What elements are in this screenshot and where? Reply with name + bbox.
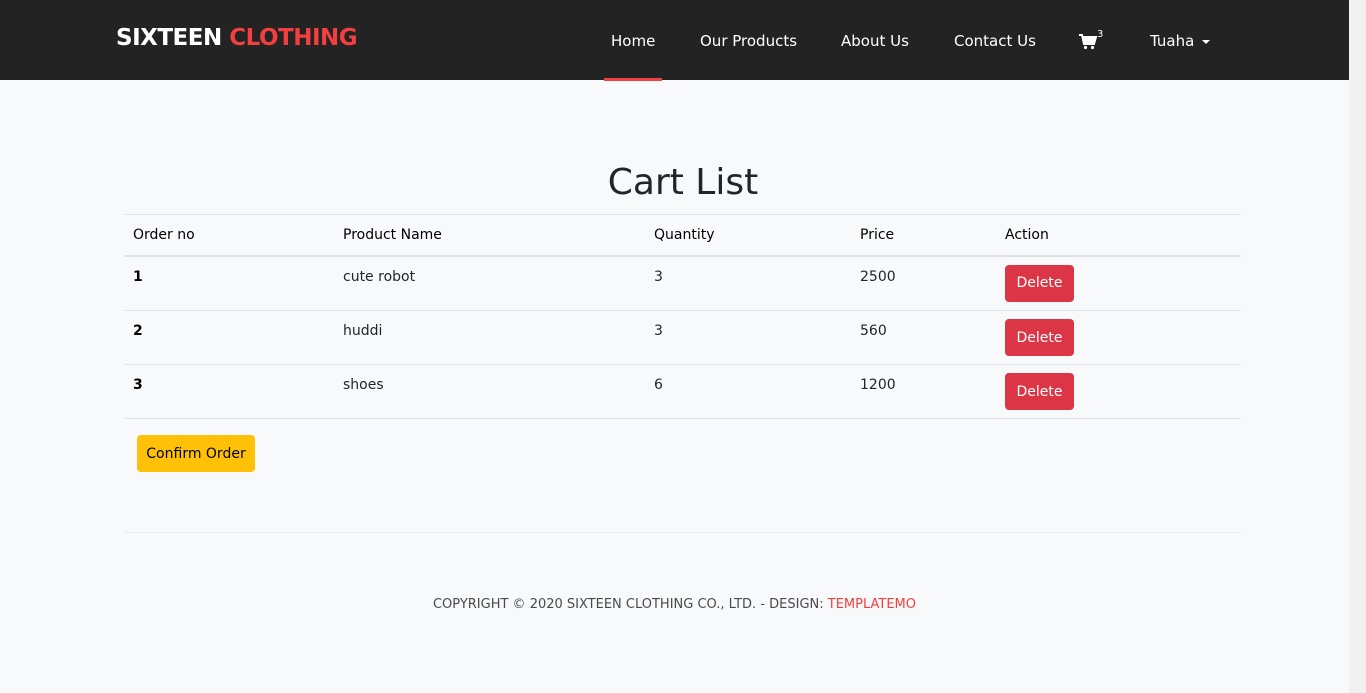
action-cell: Delete	[997, 255, 1241, 311]
price: 2500	[852, 255, 997, 311]
action-cell: Delete	[997, 310, 1241, 365]
column-header: Price	[852, 214, 997, 257]
templatemo-link[interactable]: TEMPLATEMO	[828, 597, 916, 612]
nav-about-us[interactable]: About Us	[841, 32, 909, 50]
footer: COPYRIGHT © 2020 SIXTEEN CLOTHING CO., L…	[0, 597, 1349, 612]
column-header: Quantity	[646, 214, 852, 257]
cart-count-badge: 3	[1097, 29, 1104, 40]
page-title: Cart List	[607, 162, 759, 203]
order-number: 1	[125, 255, 335, 311]
price: 560	[852, 310, 997, 365]
cart-link[interactable]: 3	[1079, 29, 1109, 53]
action-cell: Delete	[997, 364, 1241, 419]
table-row: 3 shoes 6 1200 Delete	[125, 364, 1241, 419]
brand-part1: SIXTEEN	[116, 25, 222, 51]
nav-our-products[interactable]: Our Products	[700, 32, 797, 50]
nav-contact-us[interactable]: Contact Us	[954, 32, 1036, 50]
column-header: Order no	[125, 214, 335, 257]
nav-home[interactable]: Home	[611, 32, 655, 50]
divider	[125, 532, 1241, 533]
product-name: shoes	[335, 364, 646, 419]
order-number: 2	[125, 310, 335, 365]
column-header: Product Name	[335, 214, 646, 257]
chevron-down-icon[interactable]	[1202, 40, 1210, 44]
cart-table: Order no Product Name Quantity Price Act…	[125, 214, 1241, 419]
cart-table-container: Order no Product Name Quantity Price Act…	[125, 214, 1241, 419]
delete-button[interactable]: Delete	[1005, 373, 1074, 410]
column-header: Action	[997, 214, 1241, 257]
confirm-order-button[interactable]: Confirm Order	[137, 435, 255, 472]
scrollbar[interactable]	[1349, 0, 1366, 693]
table-header-row: Order no Product Name Quantity Price Act…	[125, 214, 1241, 257]
table-row: 2 huddi 3 560 Delete	[125, 310, 1241, 365]
delete-button[interactable]: Delete	[1005, 319, 1074, 356]
price: 1200	[852, 364, 997, 419]
cart-icon	[1079, 34, 1097, 50]
quantity: 3	[646, 310, 852, 365]
table-row: 1 cute robot 3 2500 Delete	[125, 255, 1241, 311]
brand-part2: CLOTHING	[229, 25, 358, 51]
active-nav-indicator	[604, 78, 662, 81]
navbar: SIXTEEN CLOTHING Home Our Products About…	[0, 0, 1349, 81]
product-name: huddi	[335, 310, 646, 365]
quantity: 3	[646, 255, 852, 311]
quantity: 6	[646, 364, 852, 419]
user-menu[interactable]: Tuaha	[1150, 32, 1194, 50]
copyright-text: COPYRIGHT © 2020 SIXTEEN CLOTHING CO., L…	[432, 597, 828, 612]
product-name: cute robot	[335, 255, 646, 311]
delete-button[interactable]: Delete	[1005, 264, 1074, 302]
order-number: 3	[125, 364, 335, 419]
brand-logo[interactable]: SIXTEEN CLOTHING	[116, 25, 358, 51]
